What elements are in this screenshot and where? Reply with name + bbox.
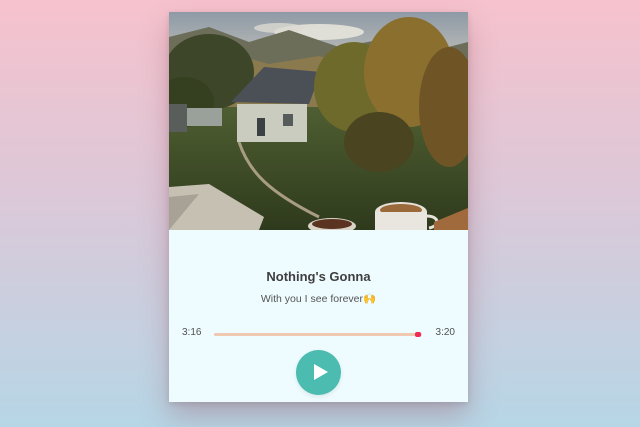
play-icon — [314, 364, 328, 380]
progress-knob[interactable] — [414, 332, 421, 337]
track-info-panel: Nothing's Gonna With you I see forever🙌 … — [169, 230, 468, 402]
progress-bar[interactable] — [214, 332, 422, 337]
current-time: 3:16 — [182, 327, 202, 338]
player-card: Nothing's Gonna With you I see forever🙌 … — [169, 12, 468, 402]
progress-fill — [214, 333, 418, 336]
track-subtitle: With you I see forever🙌 — [260, 293, 377, 305]
play-button[interactable] — [296, 350, 341, 395]
total-time: 3:20 — [435, 327, 455, 338]
album-cover-image — [169, 12, 468, 230]
track-title: Nothing's Gonna — [266, 269, 371, 284]
